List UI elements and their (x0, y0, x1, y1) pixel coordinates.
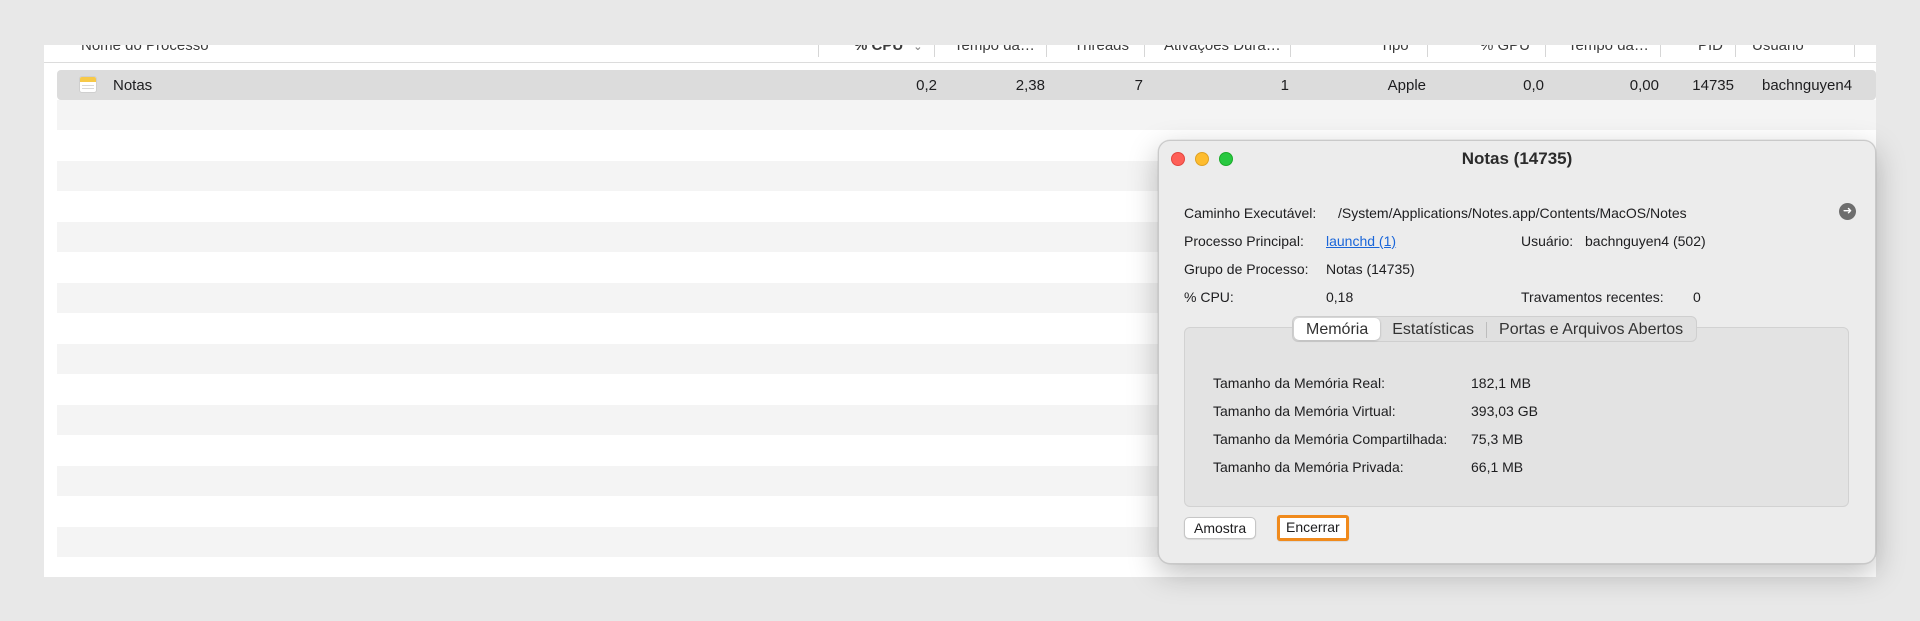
shared-memory-label: Tamanho da Memória Compartilhada: (1213, 431, 1448, 447)
column-header-gpu[interactable]: % GPU (1480, 45, 1530, 54)
column-header-kind[interactable]: Tipo (1380, 45, 1409, 54)
private-memory-value: 66,1 MB (1471, 459, 1524, 475)
virtual-memory-value: 393,03 GB (1471, 403, 1538, 419)
table-row[interactable]: Notas 0,2 2,38 7 1 Apple 0,0 0,00 14735 … (57, 70, 1876, 100)
column-header-threads[interactable]: Threads (1074, 45, 1129, 54)
column-header-cpu-time[interactable]: Tempo da… (954, 45, 1035, 54)
tab-statistics[interactable]: Estatísticas (1380, 318, 1486, 340)
kind-value: Apple (1387, 77, 1426, 94)
tab-bar: Memória Estatísticas Portas e Arquivos A… (1292, 316, 1698, 342)
gpu-value: 0,0 (1523, 77, 1544, 94)
column-divider[interactable] (1046, 45, 1047, 57)
pid-value: 14735 (1692, 77, 1734, 94)
tab-memory[interactable]: Memória (1294, 318, 1381, 340)
cpu-time-value: 2,38 (1015, 77, 1045, 94)
column-divider[interactable] (1735, 45, 1736, 57)
column-header-cpu-label: % CPU (854, 45, 904, 54)
column-divider[interactable] (818, 45, 819, 57)
column-divider[interactable] (934, 45, 935, 57)
quit-button[interactable]: Encerrar (1277, 515, 1349, 541)
user-value: bachnguyen4 (1762, 77, 1853, 94)
cpu-value: 0,2 (916, 77, 937, 94)
process-group-value: Notas (14735) (1326, 261, 1415, 277)
column-header-name[interactable]: Nome do Processo (81, 45, 209, 54)
virtual-memory-label: Tamanho da Memória Virtual: (1213, 403, 1396, 419)
column-divider[interactable] (1144, 45, 1145, 57)
real-memory-value: 182,1 MB (1471, 375, 1531, 391)
table-row-empty (57, 100, 1876, 130)
column-header-cpu[interactable]: % CPU ⌄ (854, 45, 922, 54)
notes-app-icon (79, 76, 97, 93)
shared-memory-value: 75,3 MB (1471, 431, 1524, 447)
title-bar[interactable]: Notas (14735) (1159, 141, 1875, 177)
real-memory-label: Tamanho da Memória Real: (1213, 375, 1385, 391)
exec-path-value: /System/Applications/Notes.app/Contents/… (1338, 205, 1687, 221)
chevron-down-icon: ⌄ (913, 45, 923, 53)
column-divider[interactable] (1290, 45, 1291, 57)
process-name: Notas (113, 77, 153, 94)
gpu-time-value: 0,00 (1629, 77, 1659, 94)
column-divider[interactable] (1660, 45, 1661, 57)
cpu-value: 0,18 (1326, 289, 1354, 305)
column-divider[interactable] (1427, 45, 1428, 57)
wakeups-value: 1 (1280, 77, 1289, 94)
arrow-right-circle-icon[interactable]: ➜ (1839, 203, 1856, 220)
parent-process-link[interactable]: launchd (1) (1326, 233, 1396, 249)
private-memory-label: Tamanho da Memória Privada: (1213, 459, 1404, 475)
recent-crashes-value: 0 (1693, 289, 1701, 305)
parent-process-label: Processo Principal: (1184, 233, 1304, 249)
user-label: Usuário: (1521, 233, 1574, 249)
recent-crashes-label: Travamentos recentes: (1521, 289, 1664, 305)
window-title: Notas (14735) (1461, 149, 1573, 168)
column-header-gpu-time[interactable]: Tempo da… (1568, 45, 1649, 54)
sample-button[interactable]: Amostra (1184, 517, 1257, 539)
column-divider[interactable] (1854, 45, 1855, 57)
memory-tab-panel: Tamanho da Memória Real: 182,1 MB Tamanh… (1184, 327, 1849, 507)
column-header-wakeups[interactable]: Ativações Dura… (1164, 45, 1281, 54)
threads-value: 7 (1134, 77, 1143, 94)
user-value: bachnguyen4 (502) (1585, 233, 1706, 249)
column-header-user[interactable]: Usuário (1752, 45, 1804, 54)
column-header-pid[interactable]: PID (1698, 45, 1723, 54)
cpu-label: % CPU: (1184, 289, 1234, 305)
column-divider[interactable] (1545, 45, 1546, 57)
tab-open-files-ports[interactable]: Portas e Arquivos Abertos (1487, 318, 1695, 340)
exec-path-label: Caminho Executável: (1184, 205, 1317, 221)
process-info-window: Notas (14735) Caminho Executável: /Syste… (1158, 140, 1876, 564)
process-group-label: Grupo de Processo: (1184, 261, 1309, 277)
table-header: Nome do Processo % CPU ⌄ Tempo da… Thread… (44, 45, 1876, 63)
